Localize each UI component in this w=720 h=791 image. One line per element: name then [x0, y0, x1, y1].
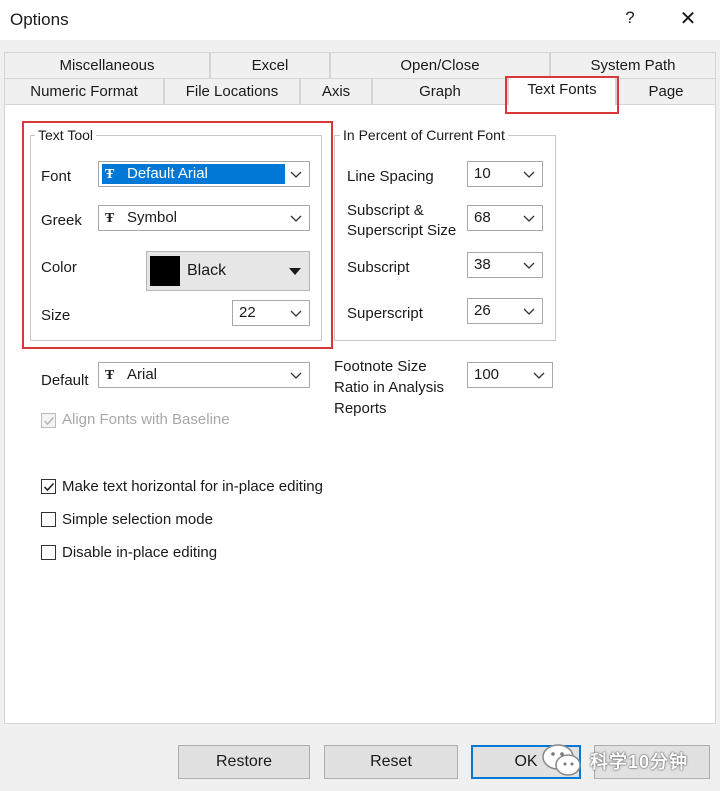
subsup-size-select[interactable]: 68 — [467, 205, 543, 231]
footnote-label-line1: Footnote Size — [334, 358, 427, 375]
color-swatch — [150, 256, 180, 286]
truetype-font-icon: Ŧ — [105, 368, 115, 383]
default-font-select[interactable]: Ŧ Arial — [98, 362, 310, 388]
dropdown-triangle-icon — [289, 268, 301, 275]
superscript-select[interactable]: 26 — [467, 298, 543, 324]
chevron-down-icon — [290, 215, 302, 222]
font-select-value: Default Arial — [127, 165, 208, 182]
tab-axis[interactable]: Axis — [300, 78, 372, 104]
align-fonts-label: Align Fonts with Baseline — [62, 411, 230, 428]
tab-open-close[interactable]: Open/Close — [330, 52, 550, 78]
checkmark-icon — [43, 416, 55, 426]
tab-excel[interactable]: Excel — [210, 52, 330, 78]
greek-select-value: Symbol — [127, 209, 178, 226]
reset-button[interactable]: Reset — [324, 745, 458, 779]
footnote-ratio-select[interactable]: 100 — [467, 362, 553, 388]
subsup-size-value: 68 — [474, 209, 491, 226]
superscript-label: Superscript — [347, 305, 423, 322]
tab-text-fonts[interactable]: Text Fonts — [508, 76, 616, 105]
title-bar: Options ? ✕ — [0, 0, 720, 40]
chevron-down-icon — [523, 215, 535, 222]
color-select[interactable]: Black — [146, 251, 310, 291]
truetype-font-icon: Ŧ — [105, 211, 115, 226]
watermark-text: 科学10分钟 — [590, 752, 689, 772]
size-select-value: 22 — [239, 304, 256, 321]
percent-group-title: In Percent of Current Font — [340, 127, 508, 143]
font-select[interactable]: Ŧ Default Arial — [98, 161, 310, 187]
help-button[interactable]: ? — [620, 8, 640, 28]
tab-page[interactable]: Page — [616, 78, 716, 104]
disable-in-place-checkbox[interactable] — [41, 545, 56, 560]
wechat-logo-icon — [542, 744, 581, 776]
make-text-horizontal-checkbox[interactable] — [41, 479, 56, 494]
default-font-value: Arial — [127, 366, 158, 383]
disable-in-place-label: Disable in-place editing — [62, 544, 218, 561]
simple-selection-checkbox[interactable] — [41, 512, 56, 527]
superscript-value: 26 — [474, 302, 491, 319]
close-button[interactable]: ✕ — [676, 6, 700, 31]
footnote-label-line2: Ratio in Analysis — [334, 379, 445, 396]
text-tool-group-title: Text Tool — [35, 127, 96, 143]
line-spacing-value: 10 — [474, 165, 491, 182]
window-title: Options — [10, 10, 69, 29]
font-label: Font — [41, 168, 72, 185]
color-label: Color — [41, 259, 77, 276]
chevron-down-icon — [290, 310, 302, 317]
restore-button[interactable]: Restore — [178, 745, 310, 779]
simple-selection-label: Simple selection mode — [62, 511, 213, 528]
chevron-down-icon — [523, 308, 535, 315]
footnote-label-line3: Reports — [334, 400, 387, 417]
subsup-label-line1: Subscript & — [347, 202, 424, 219]
size-select[interactable]: 22 — [232, 300, 310, 326]
tab-miscellaneous[interactable]: Miscellaneous — [4, 52, 210, 78]
tab-graph[interactable]: Graph — [372, 78, 508, 104]
chevron-down-icon — [523, 171, 535, 178]
align-fonts-checkbox[interactable] — [41, 413, 56, 428]
greek-label: Greek — [41, 212, 82, 229]
chevron-down-icon — [290, 171, 302, 178]
default-font-label: Default — [41, 372, 89, 389]
truetype-font-icon: Ŧ — [105, 167, 115, 182]
chevron-down-icon — [533, 372, 545, 379]
tab-numeric-format[interactable]: Numeric Format — [4, 78, 164, 104]
line-spacing-label: Line Spacing — [347, 168, 434, 185]
color-select-value: Black — [187, 262, 227, 279]
make-text-horizontal-label: Make text horizontal for in-place editin… — [62, 478, 323, 495]
subscript-select[interactable]: 38 — [467, 252, 543, 278]
tab-system-path[interactable]: System Path — [550, 52, 716, 78]
chevron-down-icon — [290, 372, 302, 379]
footnote-ratio-value: 100 — [474, 366, 500, 383]
greek-select[interactable]: Ŧ Symbol — [98, 205, 310, 231]
size-label: Size — [41, 307, 71, 324]
subscript-value: 38 — [474, 256, 491, 273]
tab-file-locations[interactable]: File Locations — [164, 78, 300, 104]
subscript-label: Subscript — [347, 259, 410, 276]
line-spacing-select[interactable]: 10 — [467, 161, 543, 187]
checkmark-icon — [43, 482, 55, 492]
subsup-label-line2: Superscript Size — [347, 222, 457, 239]
chevron-down-icon — [523, 262, 535, 269]
